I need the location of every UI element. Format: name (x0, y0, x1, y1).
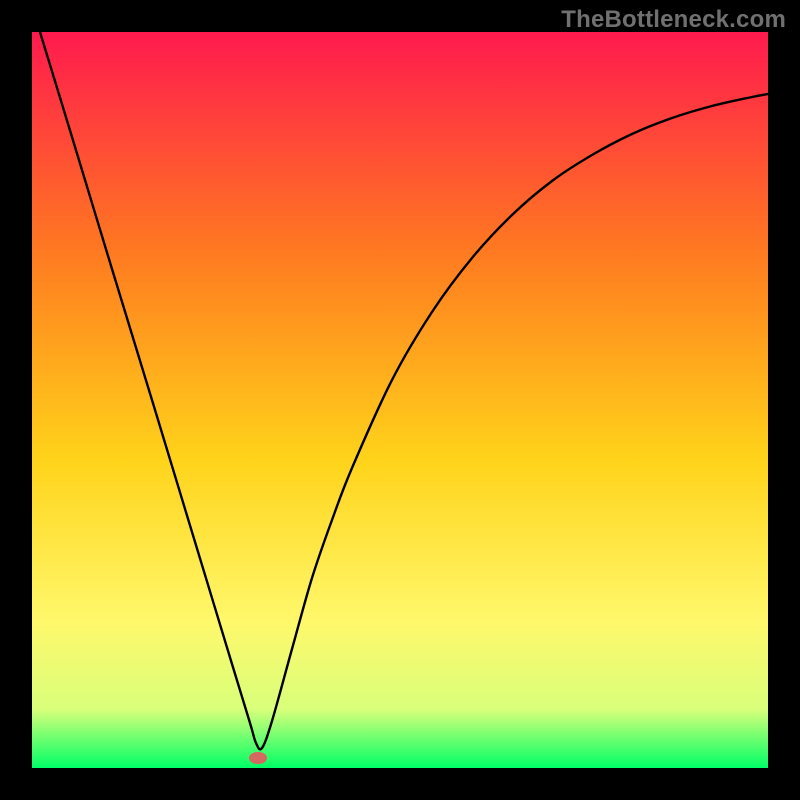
bottleneck-curve (32, 32, 768, 768)
watermark-text: TheBottleneck.com (561, 6, 786, 34)
minimum-marker (249, 752, 267, 764)
chart-area (32, 32, 768, 768)
plot-surface (32, 32, 768, 768)
